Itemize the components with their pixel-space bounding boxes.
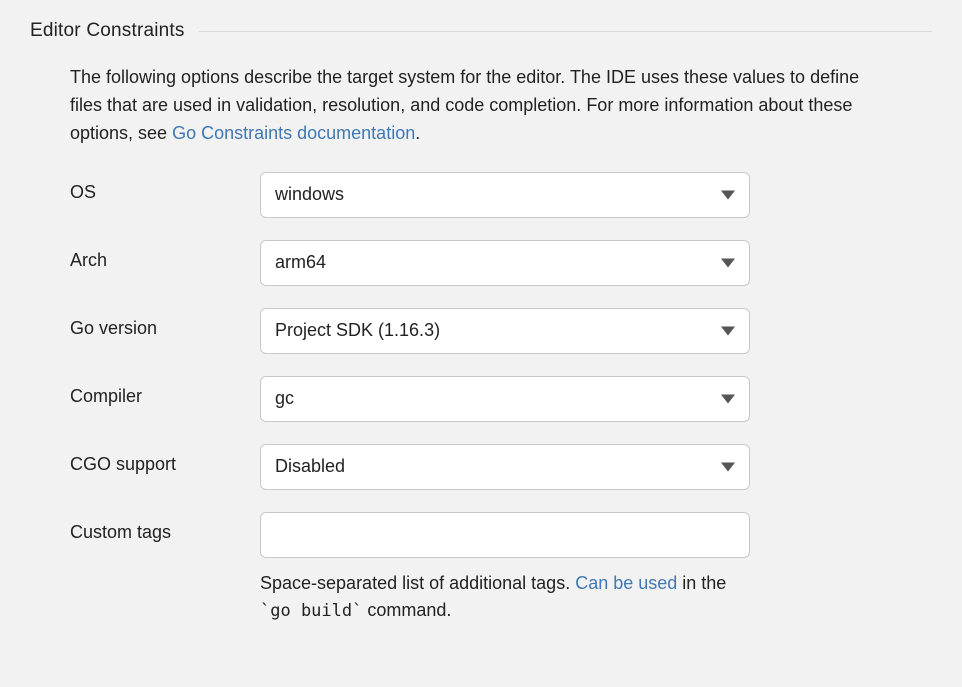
arch-select-value: arm64 — [275, 252, 326, 273]
settings-form: OS windows Arch arm64 — [70, 172, 892, 625]
label-compiler: Compiler — [70, 376, 260, 407]
os-select[interactable]: windows — [260, 172, 750, 218]
go-version-select[interactable]: Project SDK (1.16.3) — [260, 308, 750, 354]
label-arch: Arch — [70, 240, 260, 271]
arch-select[interactable]: arm64 — [260, 240, 750, 286]
hint-text-post: in the — [677, 573, 726, 593]
label-custom-tags: Custom tags — [70, 512, 260, 543]
compiler-select-value: gc — [275, 388, 294, 409]
chevron-down-icon — [721, 462, 735, 471]
description-text-post: . — [415, 123, 420, 143]
hint-text-tail: command. — [362, 600, 451, 620]
section-divider — [199, 31, 932, 32]
go-constraints-doc-link[interactable]: Go Constraints documentation — [172, 123, 415, 143]
row-os: OS windows — [70, 172, 892, 218]
label-cgo-support: CGO support — [70, 444, 260, 475]
section-description: The following options describe the targe… — [70, 64, 892, 148]
chevron-down-icon — [721, 258, 735, 267]
row-custom-tags: Custom tags Space-separated list of addi… — [70, 512, 892, 625]
compiler-select[interactable]: gc — [260, 376, 750, 422]
hint-code: `go build` — [260, 601, 362, 621]
row-compiler: Compiler gc — [70, 376, 892, 422]
section-title: Editor Constraints — [30, 20, 199, 42]
editor-constraints-panel: Editor Constraints The following options… — [0, 0, 962, 624]
hint-text-pre: Space-separated list of additional tags. — [260, 573, 575, 593]
cgo-support-select[interactable]: Disabled — [260, 444, 750, 490]
os-select-value: windows — [275, 184, 344, 205]
custom-tags-input[interactable] — [260, 512, 750, 558]
custom-tags-hint: Space-separated list of additional tags.… — [260, 570, 750, 625]
go-version-select-value: Project SDK (1.16.3) — [275, 320, 440, 341]
can-be-used-link[interactable]: Can be used — [575, 573, 677, 593]
chevron-down-icon — [721, 326, 735, 335]
row-arch: Arch arm64 — [70, 240, 892, 286]
section-header: Editor Constraints — [30, 20, 932, 42]
row-go-version: Go version Project SDK (1.16.3) — [70, 308, 892, 354]
row-cgo-support: CGO support Disabled — [70, 444, 892, 490]
label-go-version: Go version — [70, 308, 260, 339]
cgo-support-select-value: Disabled — [275, 456, 345, 477]
chevron-down-icon — [721, 190, 735, 199]
chevron-down-icon — [721, 394, 735, 403]
label-os: OS — [70, 172, 260, 203]
